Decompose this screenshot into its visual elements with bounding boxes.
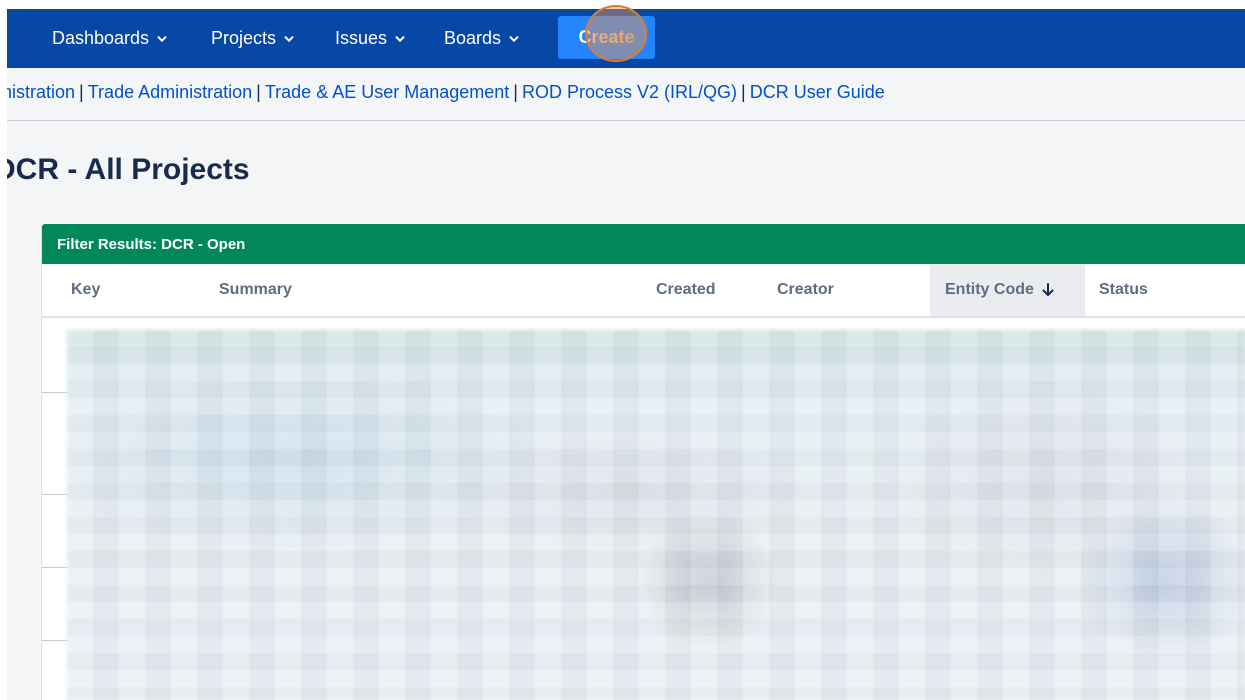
row-divider: [42, 567, 68, 568]
link-separator: |: [256, 82, 261, 102]
nav-dashboards-menu[interactable]: Dashboards: [52, 9, 167, 68]
link-separator: |: [79, 82, 84, 102]
nav-boards-label: Boards: [444, 28, 502, 48]
link-trade-ae-user-management[interactable]: Trade & AE User Management: [265, 82, 509, 102]
row-divider: [42, 392, 68, 393]
links-divider: [7, 120, 1245, 121]
link-rod-process-v2[interactable]: ROD Process V2 (IRL/QG): [522, 82, 737, 102]
redacted-pixelation-overlay: [67, 330, 1245, 700]
create-button-label: Create: [578, 27, 635, 47]
row-divider: [42, 494, 68, 495]
column-header-entity-code-label: Entity Code: [945, 281, 1034, 298]
nav-projects-label: Projects: [211, 28, 277, 48]
chevron-down-icon: [284, 35, 294, 42]
nav-dashboards-label: Dashboards: [52, 28, 150, 48]
column-header-entity-code[interactable]: Entity Code: [930, 264, 1085, 316]
chevron-down-icon: [157, 35, 167, 42]
column-header-key-label: Key: [71, 281, 101, 298]
column-header-status[interactable]: Status: [1099, 264, 1148, 316]
column-header-summary[interactable]: Summary: [219, 264, 292, 316]
nav-boards-menu[interactable]: Boards: [444, 9, 519, 68]
nav-projects-menu[interactable]: Projects: [211, 9, 294, 68]
column-header-summary-label: Summary: [219, 281, 292, 298]
chevron-down-icon: [509, 35, 519, 42]
column-header-created[interactable]: Created: [656, 264, 716, 316]
nav-issues-label: Issues: [335, 28, 388, 48]
column-header-creator-label: Creator: [777, 281, 834, 298]
link-separator: |: [741, 82, 746, 102]
nav-issues-menu[interactable]: Issues: [335, 9, 405, 68]
link-separator: |: [513, 82, 518, 102]
window-top-edge: [0, 0, 1245, 9]
sort-arrow-down-icon: [1042, 283, 1054, 296]
create-button[interactable]: Create: [558, 16, 655, 59]
column-header-key[interactable]: Key: [71, 264, 100, 316]
quick-links-bar: inistration | Trade Administration | Trade &…: [0, 82, 1245, 112]
window-left-edge: [0, 0, 7, 700]
column-header-created-label: Created: [656, 281, 716, 298]
chevron-down-icon: [395, 35, 405, 42]
link-dcr-user-guide[interactable]: DCR User Guide: [750, 82, 885, 102]
column-header-status-label: Status: [1099, 281, 1148, 298]
page-title: DCR - All Projects: [0, 153, 250, 186]
column-header-creator[interactable]: Creator: [777, 264, 834, 316]
link-administration[interactable]: inistration: [0, 82, 75, 102]
gadget-header: Filter Results: DCR - Open: [42, 224, 1245, 264]
link-trade-administration[interactable]: Trade Administration: [88, 82, 252, 102]
filter-results-gadget: Filter Results: DCR - Open Key Summary C…: [41, 224, 1245, 700]
gadget-title: Filter Results: DCR - Open: [57, 235, 246, 253]
table-header-row: Key Summary Created Creator Entity Code …: [42, 264, 1245, 318]
row-divider: [42, 640, 68, 641]
